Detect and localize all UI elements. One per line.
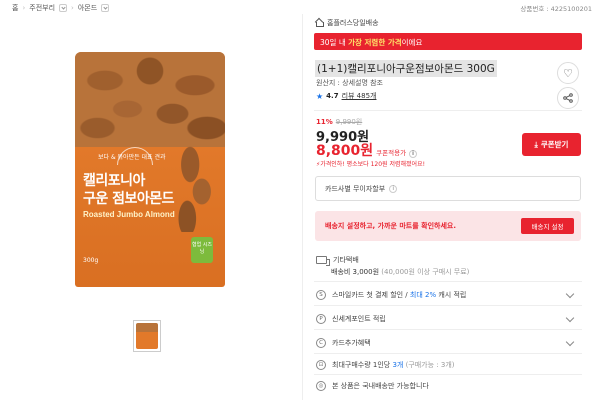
review-count-link[interactable]: 리뷰 485개 (342, 91, 377, 101)
info-icon[interactable]: i (409, 149, 418, 158)
shipping-method: 기타택배 (316, 255, 359, 266)
download-icon: ⤓ (534, 139, 538, 149)
package-badge: 협업 시즈닝 (191, 237, 213, 263)
shipping-fee: 배송비 3,000원 (40,000원 이상 구매시 무료) (331, 267, 469, 277)
smilecard-icon: S (316, 290, 326, 300)
product-pouch: 보다 & 볶아만든 대표 견과 캘리포니아 구운 점보아몬드 Roasted J… (75, 52, 225, 287)
chevron-down-icon[interactable] (565, 337, 575, 347)
star-icon: ★ (316, 91, 324, 101)
chevron-down-icon[interactable] (565, 289, 575, 299)
shipping-method-label: 기타택배 (333, 256, 359, 264)
breadcrumb-separator: › (71, 4, 74, 12)
product-image: 보다 & 볶아만든 대표 견과 캘리포니아 구운 점보아몬드 Roasted J… (75, 52, 225, 287)
share-button[interactable] (557, 87, 579, 109)
product-origin: 원산지 : 상세설명 참조 (316, 79, 383, 87)
chevron-down-icon[interactable] (101, 4, 110, 12)
divider (314, 110, 582, 111)
product-number: 상품번호 : 4225100201 (520, 5, 592, 13)
set-address-button[interactable]: 배송지 설정 (521, 218, 574, 234)
share-icon (563, 93, 573, 103)
breadcrumb: 홈 › 주전부리 › 아몬드 (12, 3, 110, 13)
divider (314, 353, 582, 354)
domestic-shipping-text: 본 상품은 국내배송만 가능합니다 (332, 382, 429, 390)
address-banner-text: 배송지 설정하고, 가까운 마트를 확인하세요. (325, 222, 456, 230)
thumbnail-image (136, 323, 158, 349)
card-installment-label: 카드사별 무이자할부 (325, 184, 386, 193)
divider (314, 329, 582, 330)
divider (314, 281, 582, 282)
product-title: (1+1)캘리포니아구운점보아몬드 300G (315, 60, 497, 77)
info-icon[interactable]: i (389, 184, 398, 193)
package-weight: 300g (83, 257, 99, 264)
globe-icon: ◎ (316, 381, 326, 391)
chevron-down-icon[interactable] (59, 4, 68, 12)
promo-suffix: 이에요 (401, 38, 423, 47)
delivery-type: 홈플러스당일배송 (315, 18, 379, 28)
coupon-price-label: 쿠폰적용가 (376, 149, 407, 157)
breadcrumb-category[interactable]: 주전부리 (29, 3, 55, 13)
card-icon: C (316, 338, 326, 348)
delivery-type-label: 홈플러스당일배송 (327, 19, 379, 27)
almonds-graphic (75, 52, 225, 147)
shipping-fee-value: 배송비 3,000원 (331, 268, 380, 276)
rating: ★ 4.7 리뷰 485개 (316, 91, 376, 101)
package-title-line2: 구운 점보아몬드 (83, 191, 175, 207)
breadcrumb-home[interactable]: 홈 (12, 3, 18, 13)
purchase-limit: ⊡ 최대구매수량 1인당 3개 (구매가능 : 3개) (316, 360, 455, 370)
coupon-price-row: 8,800원 쿠폰적용가 i (316, 140, 418, 160)
card-installment-box[interactable]: 카드사별 무이자할부 i (315, 176, 581, 201)
product-thumbnail[interactable] (133, 320, 161, 352)
truck-icon (316, 256, 330, 266)
rating-score: 4.7 (326, 92, 339, 100)
package-title-line1: 캘리포니아 (83, 173, 145, 189)
divider (302, 14, 303, 400)
shipping-fee-note: (40,000원 이상 구매시 무료) (381, 268, 470, 276)
divider (314, 305, 582, 306)
benefit-text: 신세계포인트 적립 (332, 315, 386, 323)
purchase-limit-text: 최대구매수량 1인당 3개 (구매가능 : 3개) (332, 361, 455, 369)
benefit-text: 스마일카드 첫 결제 할인 / 최대 2% 캐시 적립 (332, 291, 467, 299)
discount-percent: 11% (316, 118, 333, 126)
benefit-text: 카드추가혜택 (332, 339, 371, 347)
package-tagline: 보다 & 볶아만든 대표 견과 (98, 154, 166, 161)
wishlist-button[interactable]: ♡ (557, 62, 579, 84)
breadcrumb-separator: › (22, 4, 26, 12)
price-drop-note: ⚡가격인하! 평소보다 120원 저렴해졌어요! (316, 161, 425, 168)
benefit-row-card[interactable]: C 카드추가혜택 (316, 338, 371, 348)
home-icon (315, 19, 324, 27)
cart-icon: ⊡ (316, 360, 326, 370)
almonds-graphic (167, 142, 225, 232)
benefit-row-point[interactable]: P 신세계포인트 적립 (316, 314, 386, 324)
chevron-down-icon[interactable] (565, 313, 575, 323)
get-coupon-label: 쿠폰받기 (540, 140, 569, 149)
point-icon: P (316, 314, 326, 324)
original-price: 9,990원 (335, 118, 363, 126)
divider (314, 374, 582, 375)
package-title-english: Roasted Jumbo Almond (83, 210, 175, 219)
promo-banner: 30일 내 가장 저렴한 가격이에요 (314, 33, 582, 50)
domestic-shipping-note: ◎ 본 상품은 국내배송만 가능합니다 (316, 381, 429, 391)
promo-highlight: 가장 저렴한 가격 (348, 38, 402, 47)
coupon-price: 8,800원 (316, 143, 374, 159)
heart-icon: ♡ (563, 66, 573, 80)
benefit-row-smilecard[interactable]: S 스마일카드 첫 결제 할인 / 최대 2% 캐시 적립 (316, 290, 466, 300)
breadcrumb-subcategory[interactable]: 아몬드 (78, 3, 97, 13)
get-coupon-button[interactable]: ⤓ 쿠폰받기 (522, 133, 581, 156)
promo-prefix: 30일 내 (320, 38, 349, 47)
